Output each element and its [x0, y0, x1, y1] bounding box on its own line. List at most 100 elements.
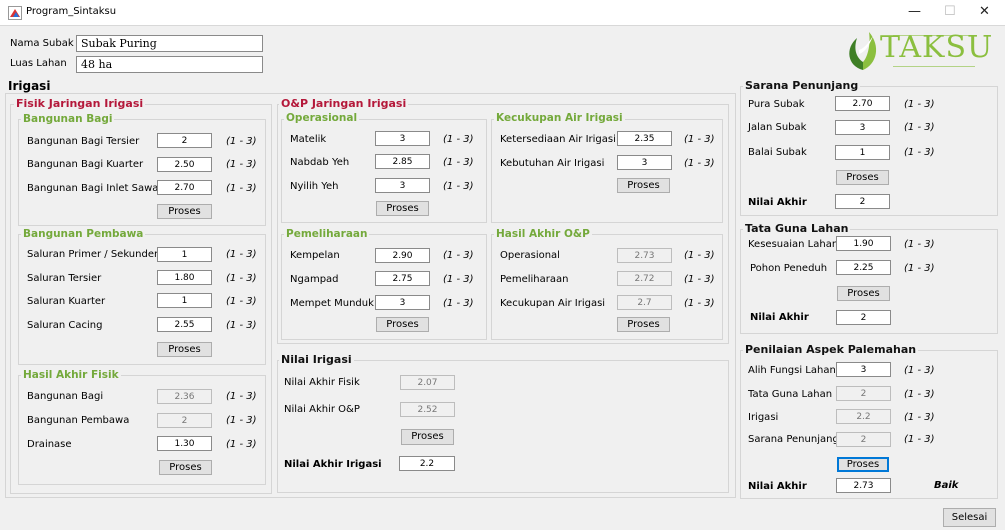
drainase-input[interactable]: 1.30 [157, 436, 212, 451]
operasional-proses-button[interactable]: Proses [376, 201, 429, 216]
luas-lahan-label: Luas Lahan [10, 58, 67, 69]
pembawa-proses-button[interactable]: Proses [157, 342, 212, 357]
selesai-button[interactable]: Selesai [943, 508, 996, 527]
pura-subak-input[interactable]: 2.70 [835, 96, 890, 111]
balai-subak-input[interactable]: 1 [835, 145, 890, 160]
hasil-operasional-range: (1 - 3) [684, 250, 715, 261]
hasil-bagi-label: Bangunan Bagi [27, 391, 104, 402]
pohon-peneduh-input[interactable]: 2.25 [836, 260, 891, 275]
maximize-button[interactable]: ☐ [944, 4, 956, 19]
ketersediaan-input[interactable]: 2.35 [617, 131, 672, 146]
sarana-nilai-akhir-label: Nilai Akhir [748, 197, 807, 208]
palemahan-tata-label: Tata Guna Lahan [748, 389, 833, 400]
nilai-fisik-label: Nilai Akhir Fisik [284, 377, 360, 388]
kempelan-label: Kempelan [290, 250, 340, 261]
nyilih-yeh-input[interactable]: 3 [375, 178, 430, 193]
saluran-kuarter-range: (1 - 3) [226, 296, 257, 307]
matelik-range: (1 - 3) [443, 134, 474, 145]
palemahan-nilai-akhir-field: 2.73 [836, 478, 891, 493]
pohon-peneduh-range: (1 - 3) [904, 263, 935, 274]
jalan-subak-input[interactable]: 3 [835, 120, 890, 135]
balai-subak-range: (1 - 3) [904, 147, 935, 158]
pemeliharaan-proses-button[interactable]: Proses [376, 317, 429, 332]
luas-lahan-field[interactable]: 48 ha [76, 56, 263, 73]
saluran-cacing-input[interactable]: 2.55 [157, 317, 212, 332]
kecukupan-proses-button[interactable]: Proses [617, 178, 670, 193]
matelik-label: Matelik [290, 134, 327, 145]
nama-subak-label: Nama Subak [10, 38, 74, 49]
palemahan-title: Penilaian Aspek Palemahan [743, 343, 919, 356]
irigasi-title: Irigasi [8, 79, 51, 93]
palemahan-tata-range: (1 - 3) [904, 389, 935, 400]
tata-title: Tata Guna Lahan [743, 222, 851, 235]
hasil-pembawa-field: 2 [157, 413, 212, 428]
nabdab-yeh-label: Nabdab Yeh [290, 157, 350, 168]
ngampad-input[interactable]: 2.75 [375, 271, 430, 286]
hasil-pembawa-label: Bangunan Pembawa [27, 415, 130, 426]
saluran-cacing-label: Saluran Cacing [27, 320, 103, 331]
palemahan-nilai-akhir-label: Nilai Akhir [748, 481, 807, 492]
ketersediaan-label: Ketersediaan Air Irigasi [500, 134, 616, 145]
close-button[interactable]: ✕ [979, 4, 990, 19]
hasil-fisik-proses-button[interactable]: Proses [159, 460, 212, 475]
kesesuaian-lahan-label: Kesesuaian Lahan [748, 239, 839, 250]
hasil-kecukupan-label: Kecukupan Air Irigasi [500, 298, 606, 309]
leaf-icon [843, 28, 883, 72]
hasil-operasional-label: Operasional [500, 250, 560, 261]
nilai-irigasi-proses-button[interactable]: Proses [401, 429, 454, 445]
ngampad-label: Ngampad [290, 274, 339, 285]
bagi-tersier-input[interactable]: 2 [157, 133, 212, 148]
bagi-tersier-label: Bangunan Bagi Tersier [27, 136, 140, 147]
tata-proses-button[interactable]: Proses [837, 286, 890, 301]
nyilih-yeh-label: Nyilih Yeh [290, 181, 339, 192]
bangunan-bagi-title: Bangunan Bagi [21, 113, 115, 125]
jalan-subak-range: (1 - 3) [904, 122, 935, 133]
matelik-input[interactable]: 3 [375, 131, 430, 146]
bagi-kuarter-input[interactable]: 2.50 [157, 157, 212, 172]
fisik-title: Fisik Jaringan Irigasi [14, 97, 146, 110]
kebutuhan-input[interactable]: 3 [617, 155, 672, 170]
saluran-kuarter-input[interactable]: 1 [157, 293, 212, 308]
hasil-pemeliharaan-field: 2.72 [617, 271, 672, 286]
saluran-primer-input[interactable]: 1 [157, 247, 212, 262]
bagi-inlet-input[interactable]: 2.70 [157, 180, 212, 195]
hasil-op-proses-button[interactable]: Proses [617, 317, 670, 332]
mempet-munduk-input[interactable]: 3 [375, 295, 430, 310]
kesesuaian-lahan-range: (1 - 3) [904, 239, 935, 250]
nilai-op-field: 2.52 [400, 402, 455, 417]
bagi-kuarter-range: (1 - 3) [226, 159, 257, 170]
nabdab-yeh-input[interactable]: 2.85 [375, 154, 430, 169]
palemahan-proses-button[interactable]: Proses [837, 457, 889, 472]
sarana-proses-button[interactable]: Proses [836, 170, 889, 185]
alih-fungsi-input[interactable]: 3 [836, 362, 891, 377]
bagi-inlet-label: Bangunan Bagi Inlet Sawah [27, 183, 165, 194]
nilai-op-label: Nilai Akhir O&P [284, 404, 360, 415]
bagi-inlet-range: (1 - 3) [226, 183, 257, 194]
drainase-range: (1 - 3) [226, 439, 257, 450]
nama-subak-field[interactable]: Subak Puring [76, 35, 263, 52]
alih-fungsi-range: (1 - 3) [904, 365, 935, 376]
palemahan-tata-field: 2 [836, 386, 891, 401]
window-titlebar [0, 0, 1005, 26]
kempelan-input[interactable]: 2.90 [375, 248, 430, 263]
bagi-kuarter-label: Bangunan Bagi Kuarter [27, 159, 144, 170]
sarana-nilai-akhir-field: 2 [835, 194, 890, 209]
bangunan-pembawa-title: Bangunan Pembawa [21, 228, 146, 240]
mempet-munduk-range: (1 - 3) [443, 298, 474, 309]
bagi-proses-button[interactable]: Proses [157, 204, 212, 219]
pura-subak-range: (1 - 3) [904, 99, 935, 110]
pura-subak-label: Pura Subak [748, 99, 805, 110]
logo-rule [893, 35, 975, 36]
ngampad-range: (1 - 3) [443, 274, 474, 285]
palemahan-sarana-field: 2 [836, 432, 891, 447]
saluran-tersier-input[interactable]: 1.80 [157, 270, 212, 285]
hasil-kecukupan-field: 2.7 [617, 295, 672, 310]
kesesuaian-lahan-input[interactable]: 1.90 [836, 236, 891, 251]
ketersediaan-range: (1 - 3) [684, 134, 715, 145]
saluran-tersier-label: Saluran Tersier [27, 273, 102, 284]
kebutuhan-range: (1 - 3) [684, 158, 715, 169]
minimize-button[interactable]: — [908, 4, 921, 19]
operasional-title: Operasional [284, 112, 360, 124]
nyilih-yeh-range: (1 - 3) [443, 181, 474, 192]
app-icon [8, 6, 22, 20]
